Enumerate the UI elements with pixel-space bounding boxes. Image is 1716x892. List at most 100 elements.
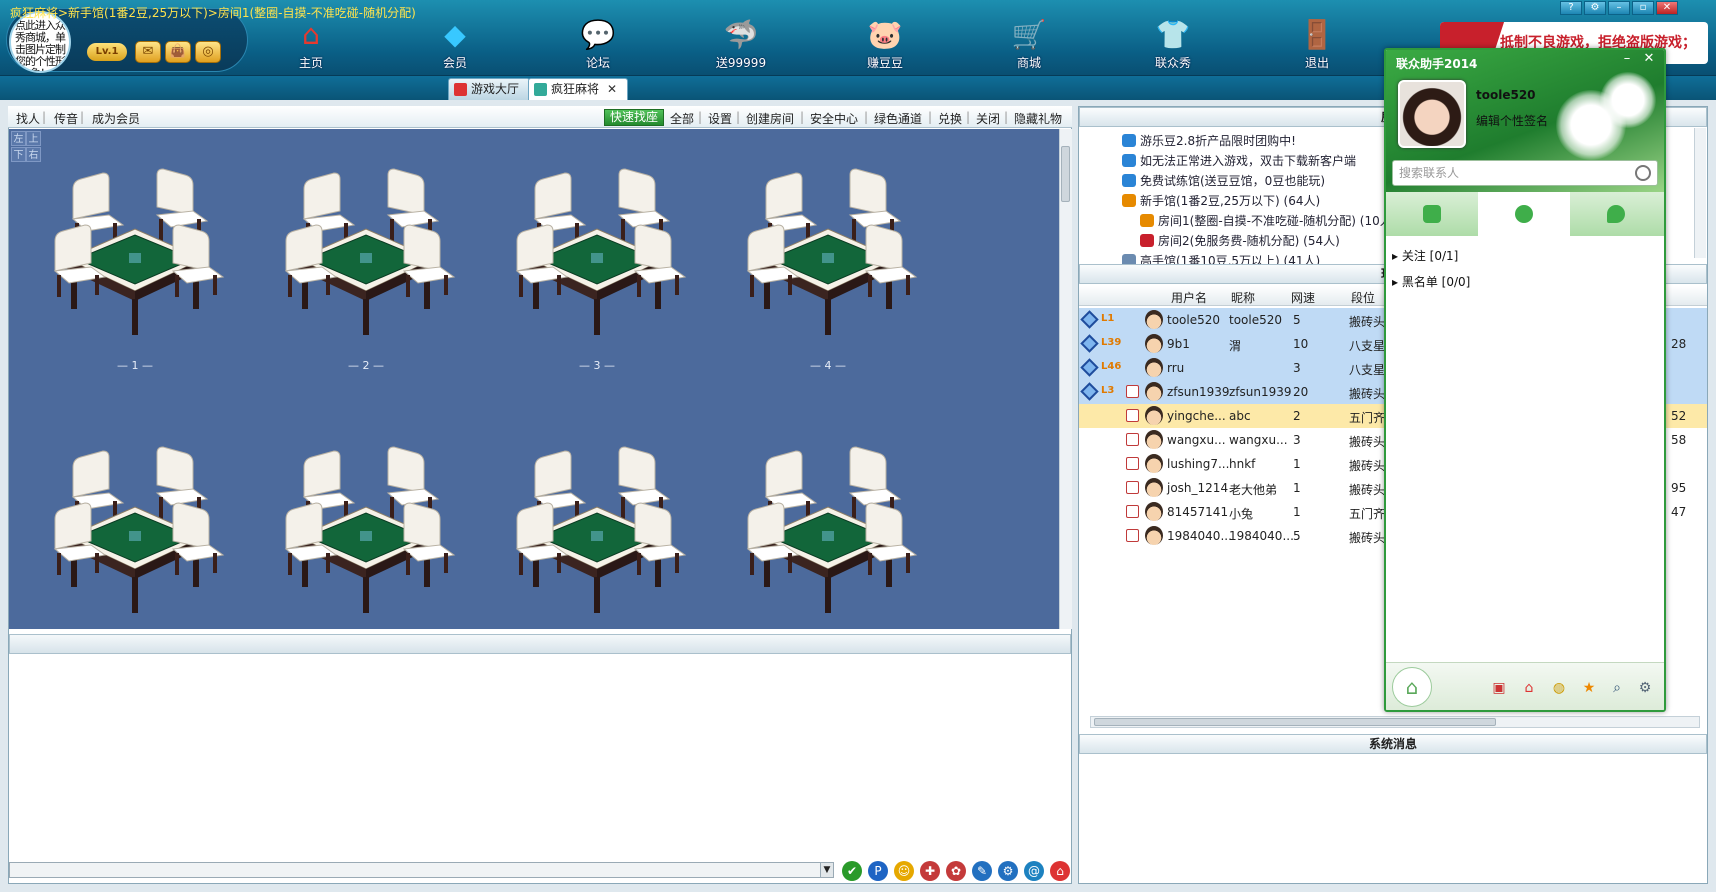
direction-controls: 左上 下右	[11, 131, 43, 163]
status-icon	[1126, 481, 1139, 494]
helper-window[interactable]: 联众助手2014 – ✕ toole520 编辑个性签名 搜索联系人 ▸ 关注 …	[1384, 48, 1666, 712]
vip-diamond-icon	[1080, 358, 1099, 377]
room-tree-item[interactable]: 房间1(整圈-自摸-不准吃碰-随机分配) (10人)	[1140, 212, 1396, 229]
smiley-icon[interactable]: ☺	[894, 861, 914, 881]
toolbar-link-0[interactable]: 全部	[670, 110, 694, 127]
nav-shirt-button[interactable]: 👕 联众秀	[1128, 14, 1218, 72]
room-tree-item[interactable]: 免费试练馆(送豆豆馆，0豆也能玩)	[1122, 172, 1325, 189]
table-number-1[interactable]: — 1 —	[75, 359, 195, 372]
chat-dropdown-icon[interactable]: ▼	[820, 862, 834, 878]
tab-contacts[interactable]	[1478, 192, 1570, 236]
star-icon[interactable]: ★	[1580, 679, 1598, 697]
nav-diamond-button[interactable]: ◆ 会员	[410, 14, 500, 72]
house-icon[interactable]: ⌂	[1520, 679, 1538, 697]
tab-game-hall[interactable]: 游戏大厅	[448, 78, 531, 100]
player-speed: 2	[1293, 409, 1301, 423]
player-username: rru	[1167, 361, 1185, 375]
helper-minimize-icon[interactable]: –	[1618, 52, 1636, 68]
table-number-3[interactable]: — 3 —	[537, 359, 657, 372]
corner-left[interactable]: 左	[11, 131, 26, 146]
toolbar-link-7[interactable]: 隐藏礼物	[1014, 110, 1062, 127]
room-list-scrollbar[interactable]	[1694, 128, 1706, 258]
nav-forum-button[interactable]: 💬 论坛	[553, 14, 643, 72]
nav-exit-door-button[interactable]: 🚪 退出	[1272, 14, 1362, 72]
nav-shop-cart-button[interactable]: 🛒 商城	[984, 14, 1074, 72]
corner-down[interactable]: 下	[11, 147, 26, 162]
flowers-icon[interactable]: ✿	[946, 861, 966, 881]
tables-layer	[53, 168, 918, 613]
contact-search-input[interactable]: 搜索联系人	[1392, 160, 1658, 186]
become-member-link[interactable]: 成为会员	[92, 110, 140, 127]
quick-seat-button[interactable]: 快速找座	[604, 109, 665, 126]
nav-home-button[interactable]: ⌂ 主页	[266, 14, 356, 72]
nav-shark-button[interactable]: 🦈 送99999	[696, 14, 786, 72]
toolbar-link-1[interactable]: 设置	[708, 110, 732, 127]
breadcrumb[interactable]: 疯狂麻将>新手馆(1番2豆,25万以下)>房间1(整圈-自摸-不准吃碰-随机分配…	[10, 4, 416, 21]
p-icon[interactable]: P	[868, 861, 888, 881]
minimize-icon[interactable]: –	[1608, 1, 1630, 15]
corner-up[interactable]: 上	[26, 131, 41, 146]
chat-divider[interactable]	[9, 634, 1071, 654]
helper-home-icon[interactable]: ⌂	[1392, 667, 1432, 707]
system-message-header: 系统消息	[1079, 734, 1707, 754]
mahjong-table-3	[515, 168, 687, 335]
gear-icon[interactable]: ⚙	[1584, 1, 1606, 15]
restore-icon[interactable]: ▫	[1632, 1, 1654, 15]
tools-icon[interactable]: ✎	[972, 861, 992, 881]
at-icon[interactable]: @	[1024, 861, 1044, 881]
settings-icon[interactable]: ⚙	[1636, 679, 1654, 697]
nav-label: 联众秀	[1154, 56, 1191, 70]
player-rank: 搬砖头	[1349, 435, 1386, 449]
coin-icon[interactable]: ◎	[195, 41, 221, 63]
toolbar-link-5[interactable]: 兑换	[938, 110, 962, 127]
toolbar-link-3[interactable]: 安全中心	[810, 110, 858, 127]
tab-apps[interactable]	[1386, 192, 1478, 236]
signature-edit[interactable]: 编辑个性签名	[1476, 112, 1548, 129]
group-blacklist[interactable]: ▸ 黑名单 [0/0]	[1392, 273, 1470, 290]
room-tree-item[interactable]: 游乐豆2.8折产品限时团购中!	[1122, 132, 1296, 149]
gift-icon[interactable]: ✚	[920, 861, 940, 881]
money-bag-icon[interactable]: ◍	[1550, 679, 1568, 697]
find-person-link[interactable]: 找人	[16, 110, 40, 127]
room-tree-item[interactable]: 如无法正常进入游戏，双击下载新客户端	[1122, 152, 1356, 169]
chat-input[interactable]	[9, 862, 833, 878]
hall-scrollbar[interactable]	[1059, 129, 1072, 629]
col-username[interactable]: 用户名	[1171, 289, 1207, 306]
mail-icon[interactable]: ✉	[135, 41, 161, 63]
room-tree-item[interactable]: 房间2(免服务费-随机分配) (54人)	[1140, 232, 1340, 249]
table-number-2[interactable]: — 2 —	[306, 359, 426, 372]
find-icon[interactable]: ⌕	[1608, 679, 1626, 697]
tab-messages[interactable]	[1570, 192, 1662, 236]
help-icon[interactable]: ?	[1560, 1, 1582, 15]
toolbar-link-6[interactable]: 关闭	[976, 110, 1000, 127]
hall-scroll-thumb[interactable]	[1061, 146, 1070, 202]
corner-right[interactable]: 右	[26, 147, 41, 162]
search-icon[interactable]	[1635, 165, 1651, 181]
mahjong-table-1	[53, 168, 225, 335]
nav-piggy-bank-button[interactable]: 🐷 赚豆豆	[840, 14, 930, 72]
table-number-4[interactable]: — 4 —	[768, 359, 888, 372]
player-list-hscroll-thumb[interactable]	[1094, 718, 1496, 726]
check-icon[interactable]: ✔	[842, 861, 862, 881]
group-following[interactable]: ▸ 关注 [0/1]	[1392, 247, 1458, 264]
gift-box-icon[interactable]: ▣	[1490, 679, 1508, 697]
toolbar-link-2[interactable]: 创建房间	[746, 110, 794, 127]
home-icon[interactable]: ⌂	[1050, 861, 1070, 881]
voice-message-link[interactable]: 传音	[54, 110, 78, 127]
helper-close-icon[interactable]: ✕	[1640, 52, 1658, 68]
player-nickname: 小兔	[1229, 507, 1254, 521]
col-speed[interactable]: 网速	[1291, 289, 1315, 306]
close-icon[interactable]: ✕	[1656, 1, 1678, 15]
tab-close-icon[interactable]: ✕	[607, 82, 617, 96]
bag-icon[interactable]: 👜	[165, 41, 191, 63]
col-nickname[interactable]: 昵称	[1231, 289, 1255, 306]
gear-icon[interactable]: ⚙	[998, 861, 1018, 881]
room-tree-item[interactable]: 新手馆(1番2豆,25万以下) (64人)	[1122, 192, 1320, 209]
nav-label: 退出	[1304, 56, 1329, 70]
player-avatar-icon	[1145, 502, 1163, 521]
vip-diamond-icon	[1080, 334, 1099, 353]
toolbar-link-4[interactable]: 绿色通道	[874, 110, 922, 127]
col-rank[interactable]: 段位	[1351, 289, 1375, 306]
tab-crazy-mahjong[interactable]: 疯狂麻将 ✕	[528, 78, 629, 100]
helper-avatar[interactable]	[1398, 80, 1466, 148]
